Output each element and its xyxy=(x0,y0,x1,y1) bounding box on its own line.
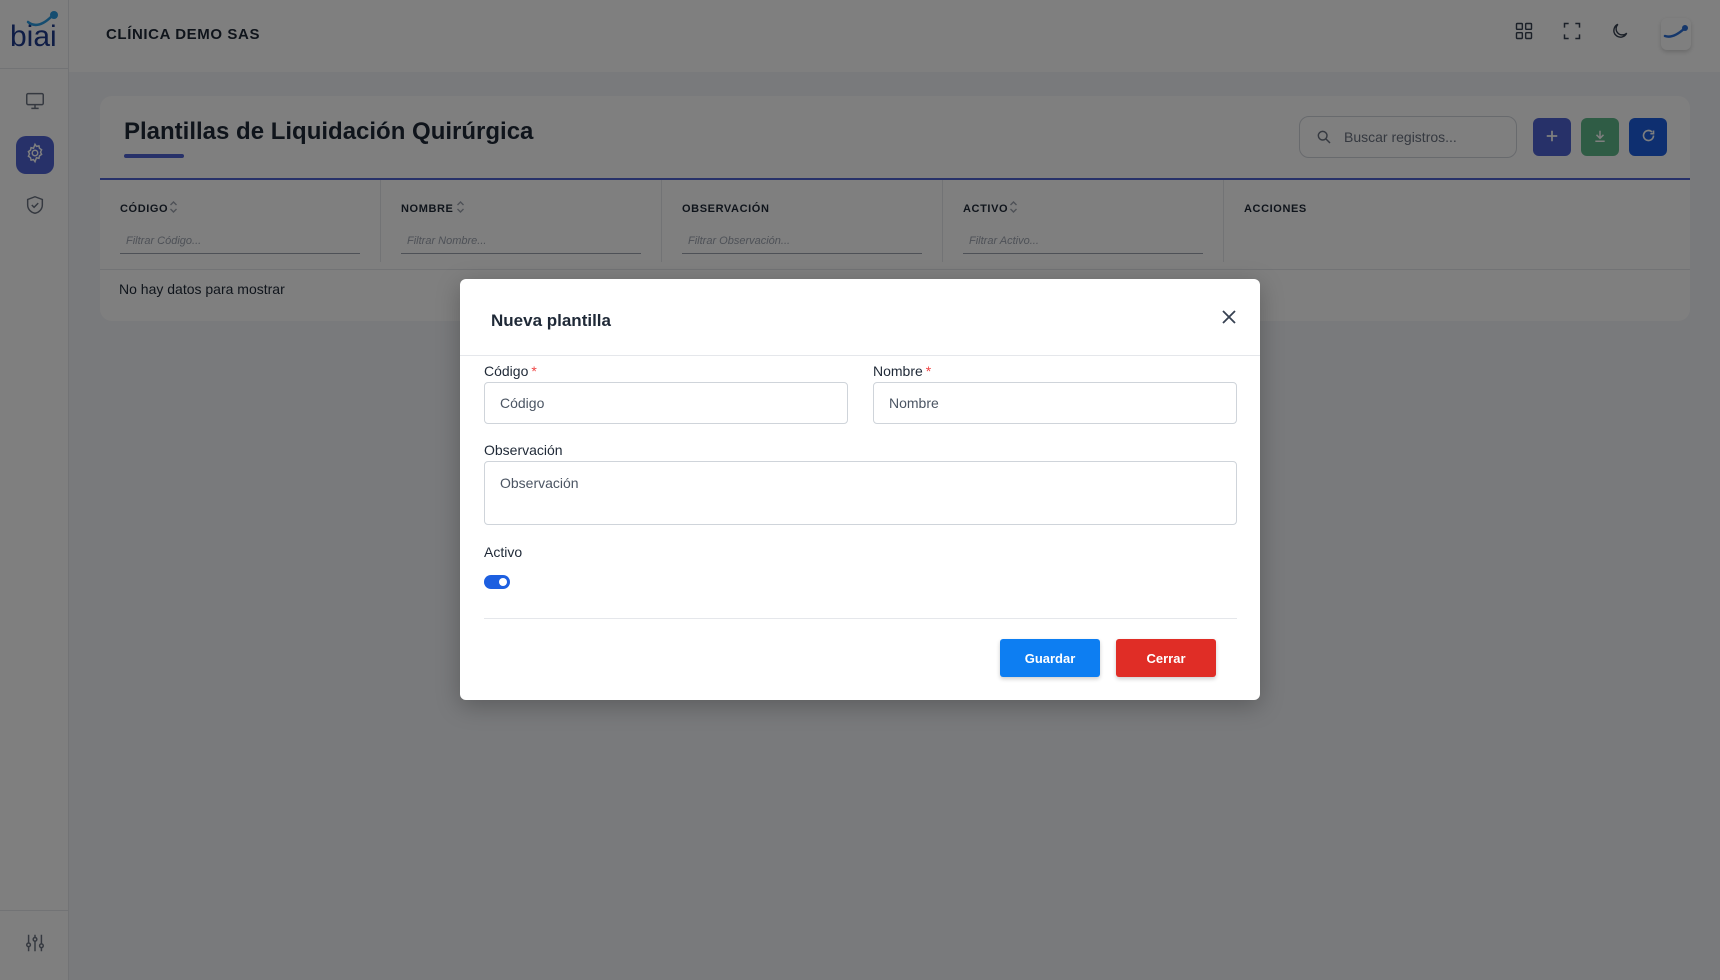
observacion-textarea[interactable] xyxy=(484,461,1237,525)
observacion-label: Observación xyxy=(484,442,563,458)
save-button[interactable]: Guardar xyxy=(1000,639,1100,677)
codigo-label: Código * xyxy=(484,363,537,379)
toggle-knob xyxy=(499,578,507,586)
codigo-input[interactable] xyxy=(484,382,848,424)
codigo-label-text: Código xyxy=(484,363,529,379)
nombre-input[interactable] xyxy=(873,382,1237,424)
new-template-dialog: Nueva plantilla Código* Nombre* Observac… xyxy=(460,279,1260,700)
activo-toggle[interactable] xyxy=(484,575,510,589)
dialog-footer-rule xyxy=(484,618,1237,619)
nombre-label: Nombre * xyxy=(873,363,931,379)
activo-label: Activo xyxy=(484,544,523,560)
dialog-close-button[interactable] xyxy=(1216,306,1242,332)
nombre-label-text: Nombre xyxy=(873,363,923,379)
dialog-header-rule xyxy=(460,355,1260,356)
close-button[interactable]: Cerrar xyxy=(1116,639,1216,677)
close-icon xyxy=(1221,309,1237,330)
required-mark: * xyxy=(925,363,932,379)
dialog-title: Nueva plantilla xyxy=(491,311,611,330)
required-mark: * xyxy=(531,363,537,379)
